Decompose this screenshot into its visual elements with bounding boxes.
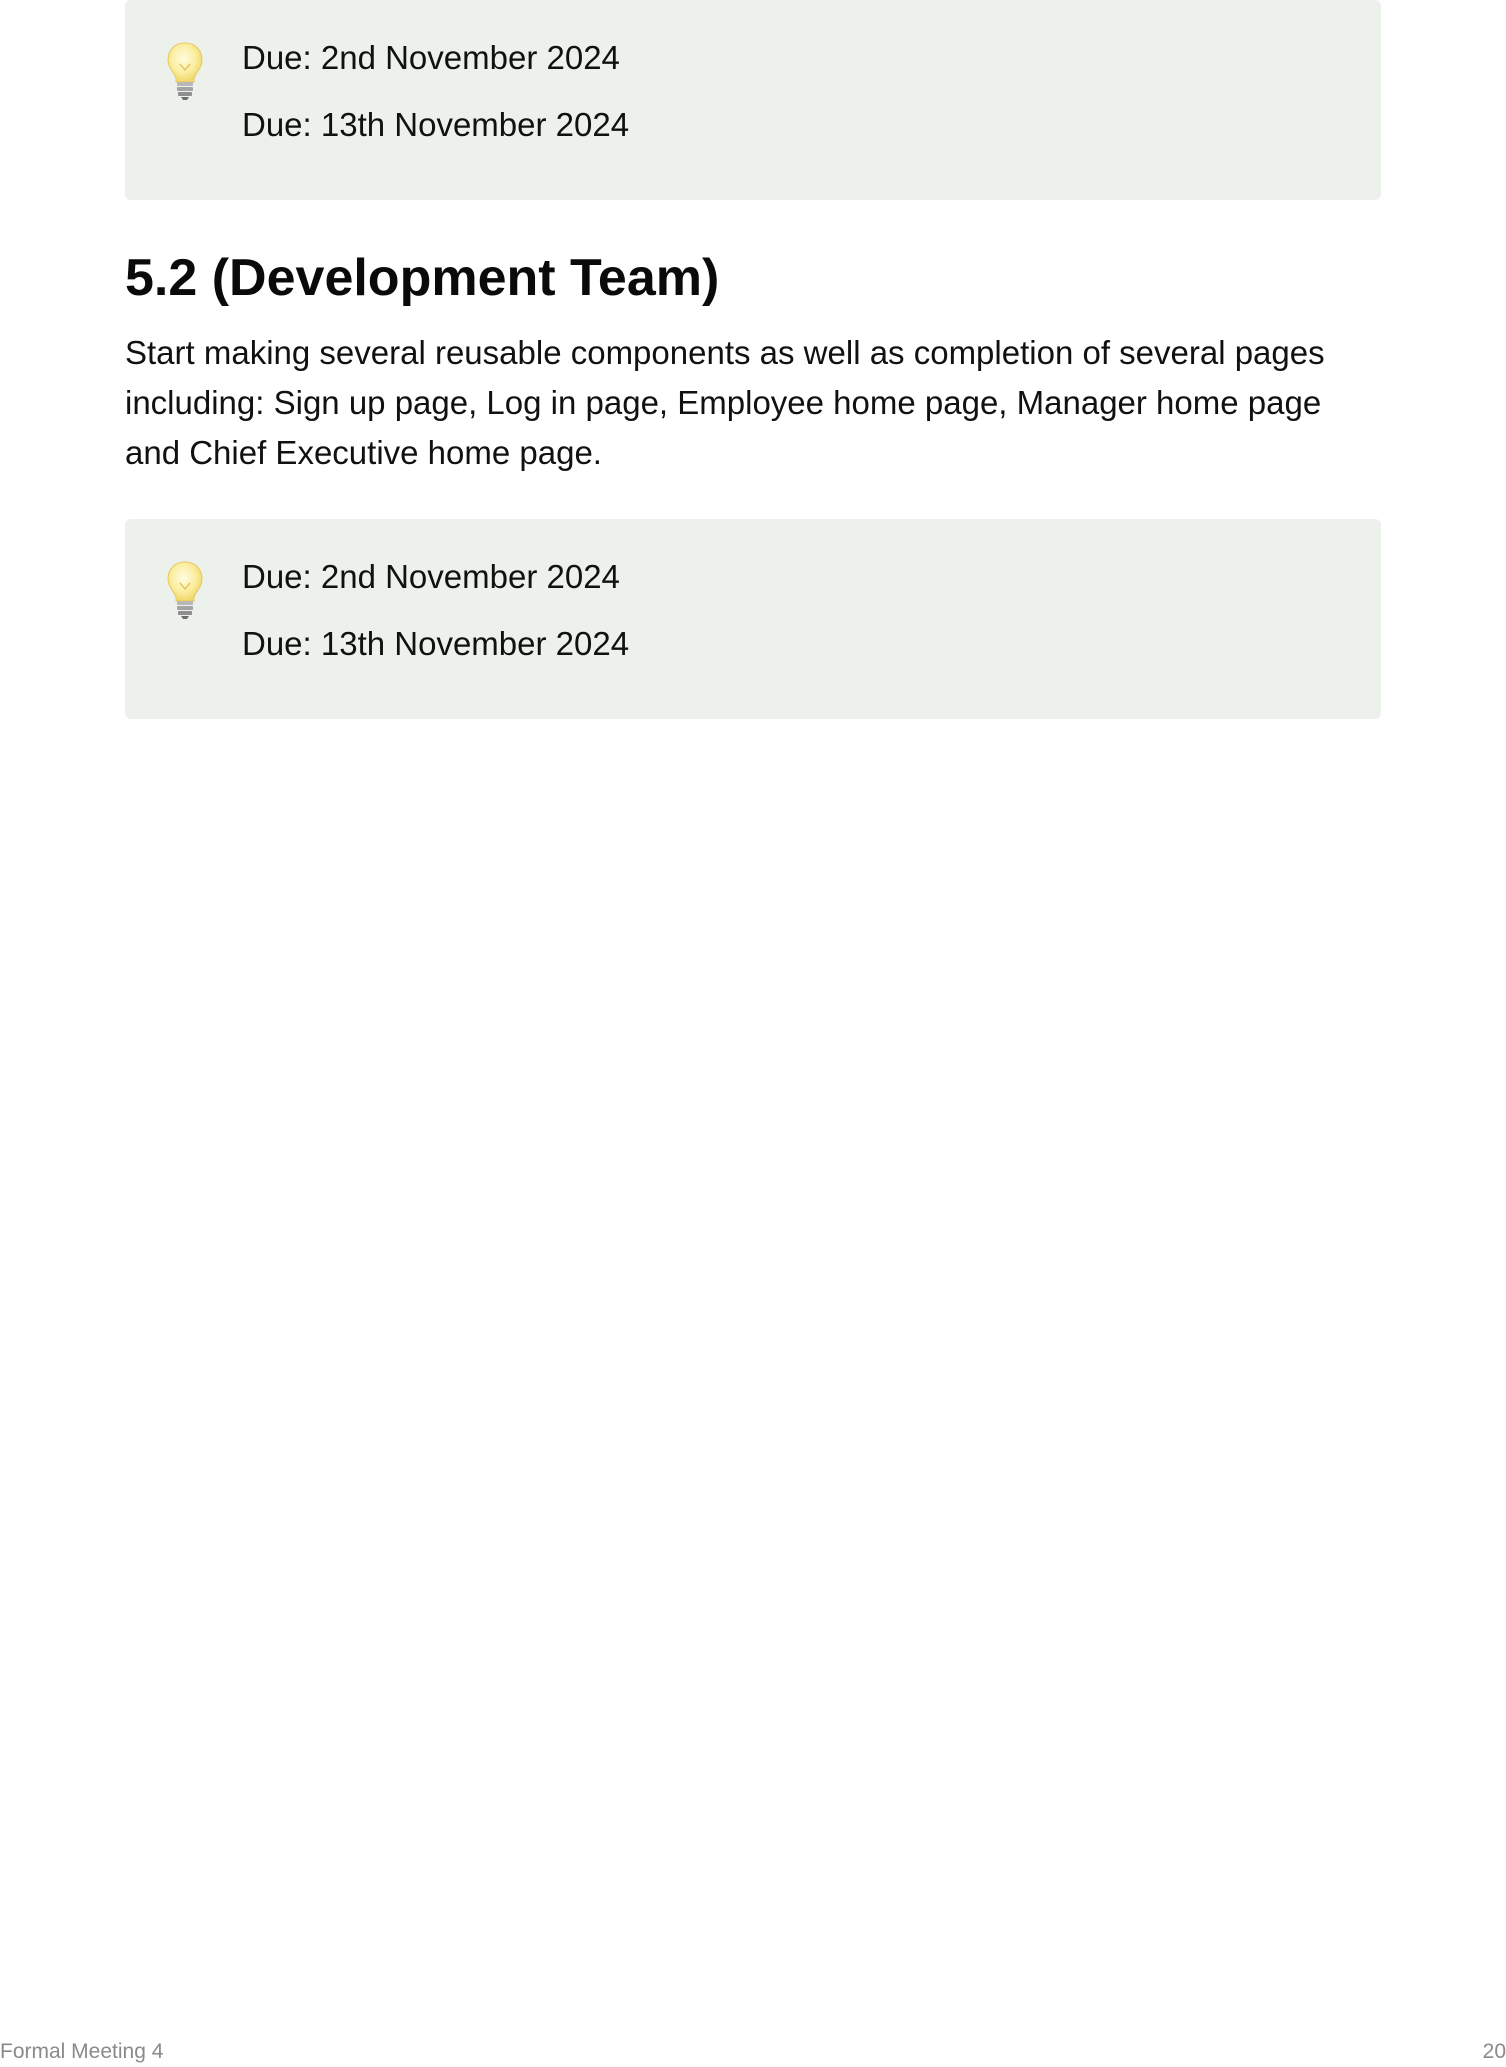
section-heading: 5.2 (Development Team) <box>125 249 720 307</box>
lightbulb-icon <box>165 40 205 102</box>
footer-page-number: 20 <box>1482 2040 1506 2063</box>
callout-box: Due: 2nd November 2024 Due: 13th Novembe… <box>125 0 1381 200</box>
callout-due-date: Due: 2nd November 2024 <box>242 39 620 76</box>
callout-due-date: Due: 13th November 2024 <box>242 106 630 143</box>
footer-document-title: Formal Meeting 4 <box>0 2040 164 2063</box>
lightbulb-icon <box>165 559 205 621</box>
section-body: Start making several reusable components… <box>125 334 1325 471</box>
callout-due-date: Due: 2nd November 2024 <box>242 558 620 595</box>
callout-box: Due: 2nd November 2024 Due: 13th Novembe… <box>125 519 1381 719</box>
callout-due-date: Due: 13th November 2024 <box>242 625 630 662</box>
